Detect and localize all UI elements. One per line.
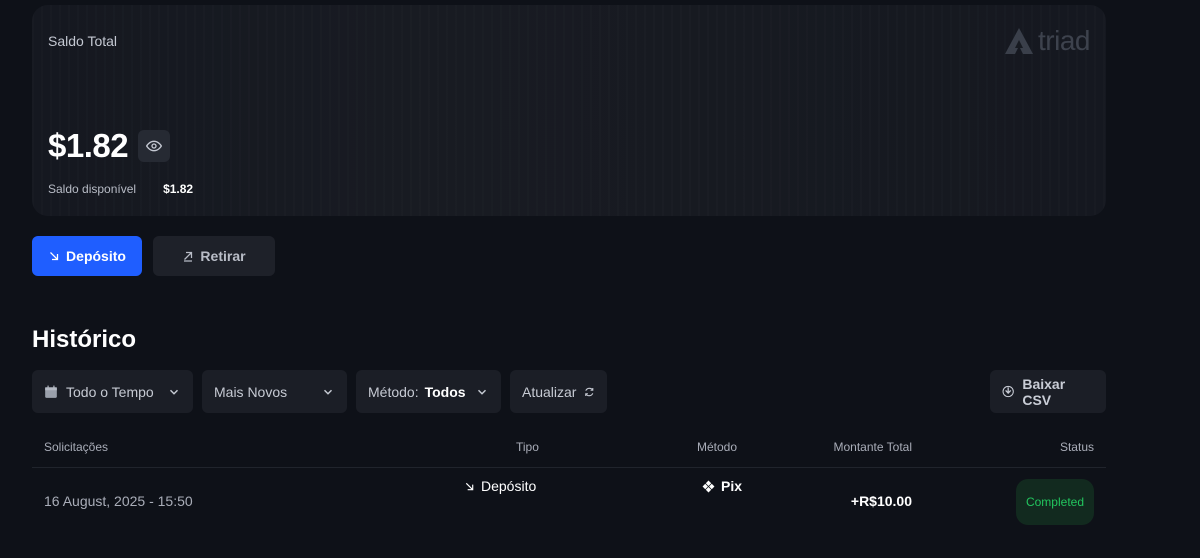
available-balance-value: $1.82 [163,182,194,196]
row-total: +R$10.00 [850,493,912,509]
row-type-label: Depósito [481,478,537,494]
arrow-down-right-icon [50,252,59,261]
sort-value: Mais Novos [214,383,288,400]
column-type: Tipo [516,440,539,454]
pix-icon [702,480,715,492]
chevron-down-icon [167,385,181,399]
row-status: Completed [1015,478,1094,526]
sort-dropdown[interactable]: Mais Novos [202,370,347,413]
calendar-icon [45,385,57,398]
download-icon [1002,385,1014,398]
deposit-button[interactable]: Depósito [32,236,142,276]
column-requests: Solicitações [44,440,109,454]
refresh-icon [585,387,594,396]
row-date: 16 August, 2025 - 15:50 [44,493,193,509]
brand-logo: triad [1004,25,1090,57]
row-type: Depósito [464,478,536,494]
method-filter-label: Método: [368,383,419,400]
arrow-up-right-icon [184,251,193,262]
download-csv-label: Baixar CSV [1022,375,1066,408]
history-title: Histórico [32,326,137,353]
deposit-button-label: Depósito [66,248,126,264]
method-filter-dropdown[interactable]: Método: Todos [356,370,501,413]
eye-icon [146,140,163,152]
toggle-visibility-button[interactable] [138,130,171,162]
brand-name: triad [1038,25,1090,56]
balance-label: Saldo Total [48,33,118,49]
balance-card: Saldo Total triad $1.82 Saldo disponível… [32,5,1106,216]
column-total: Montante Total [833,440,913,454]
history-table-header: Solicitações Tipo Método Montante Total … [32,426,1106,468]
status-badge: Completed [1015,479,1094,526]
balance-amount-row: $1.82 [48,127,171,165]
arrow-down-right-icon [465,482,474,490]
time-filter-value: Todo o Tempo [66,383,154,400]
column-method: Método [697,440,738,454]
refresh-label: Atualizar [522,383,577,400]
available-balance-label: Saldo disponível [48,182,137,196]
column-status: Status [1059,440,1094,454]
balance-amount: $1.82 [48,127,129,164]
row-method-label: Pix [721,478,743,494]
withdraw-button[interactable]: Retirar [153,236,275,276]
row-method: Pix [702,478,742,494]
method-filter-value: Todos [424,383,466,400]
download-csv-button[interactable]: Baixar CSV [990,370,1106,413]
refresh-button[interactable]: Atualizar [510,370,607,413]
triad-logo-icon [1005,28,1034,54]
available-balance-row: Saldo disponível $1.82 [48,182,193,196]
withdraw-button-label: Retirar [200,248,246,264]
time-filter-dropdown[interactable]: Todo o Tempo [32,370,193,413]
chevron-down-icon [321,385,335,399]
chevron-down-icon [475,385,489,399]
table-row[interactable]: 16 August, 2025 - 15:50 Depósito Pix +R$… [32,478,1106,526]
